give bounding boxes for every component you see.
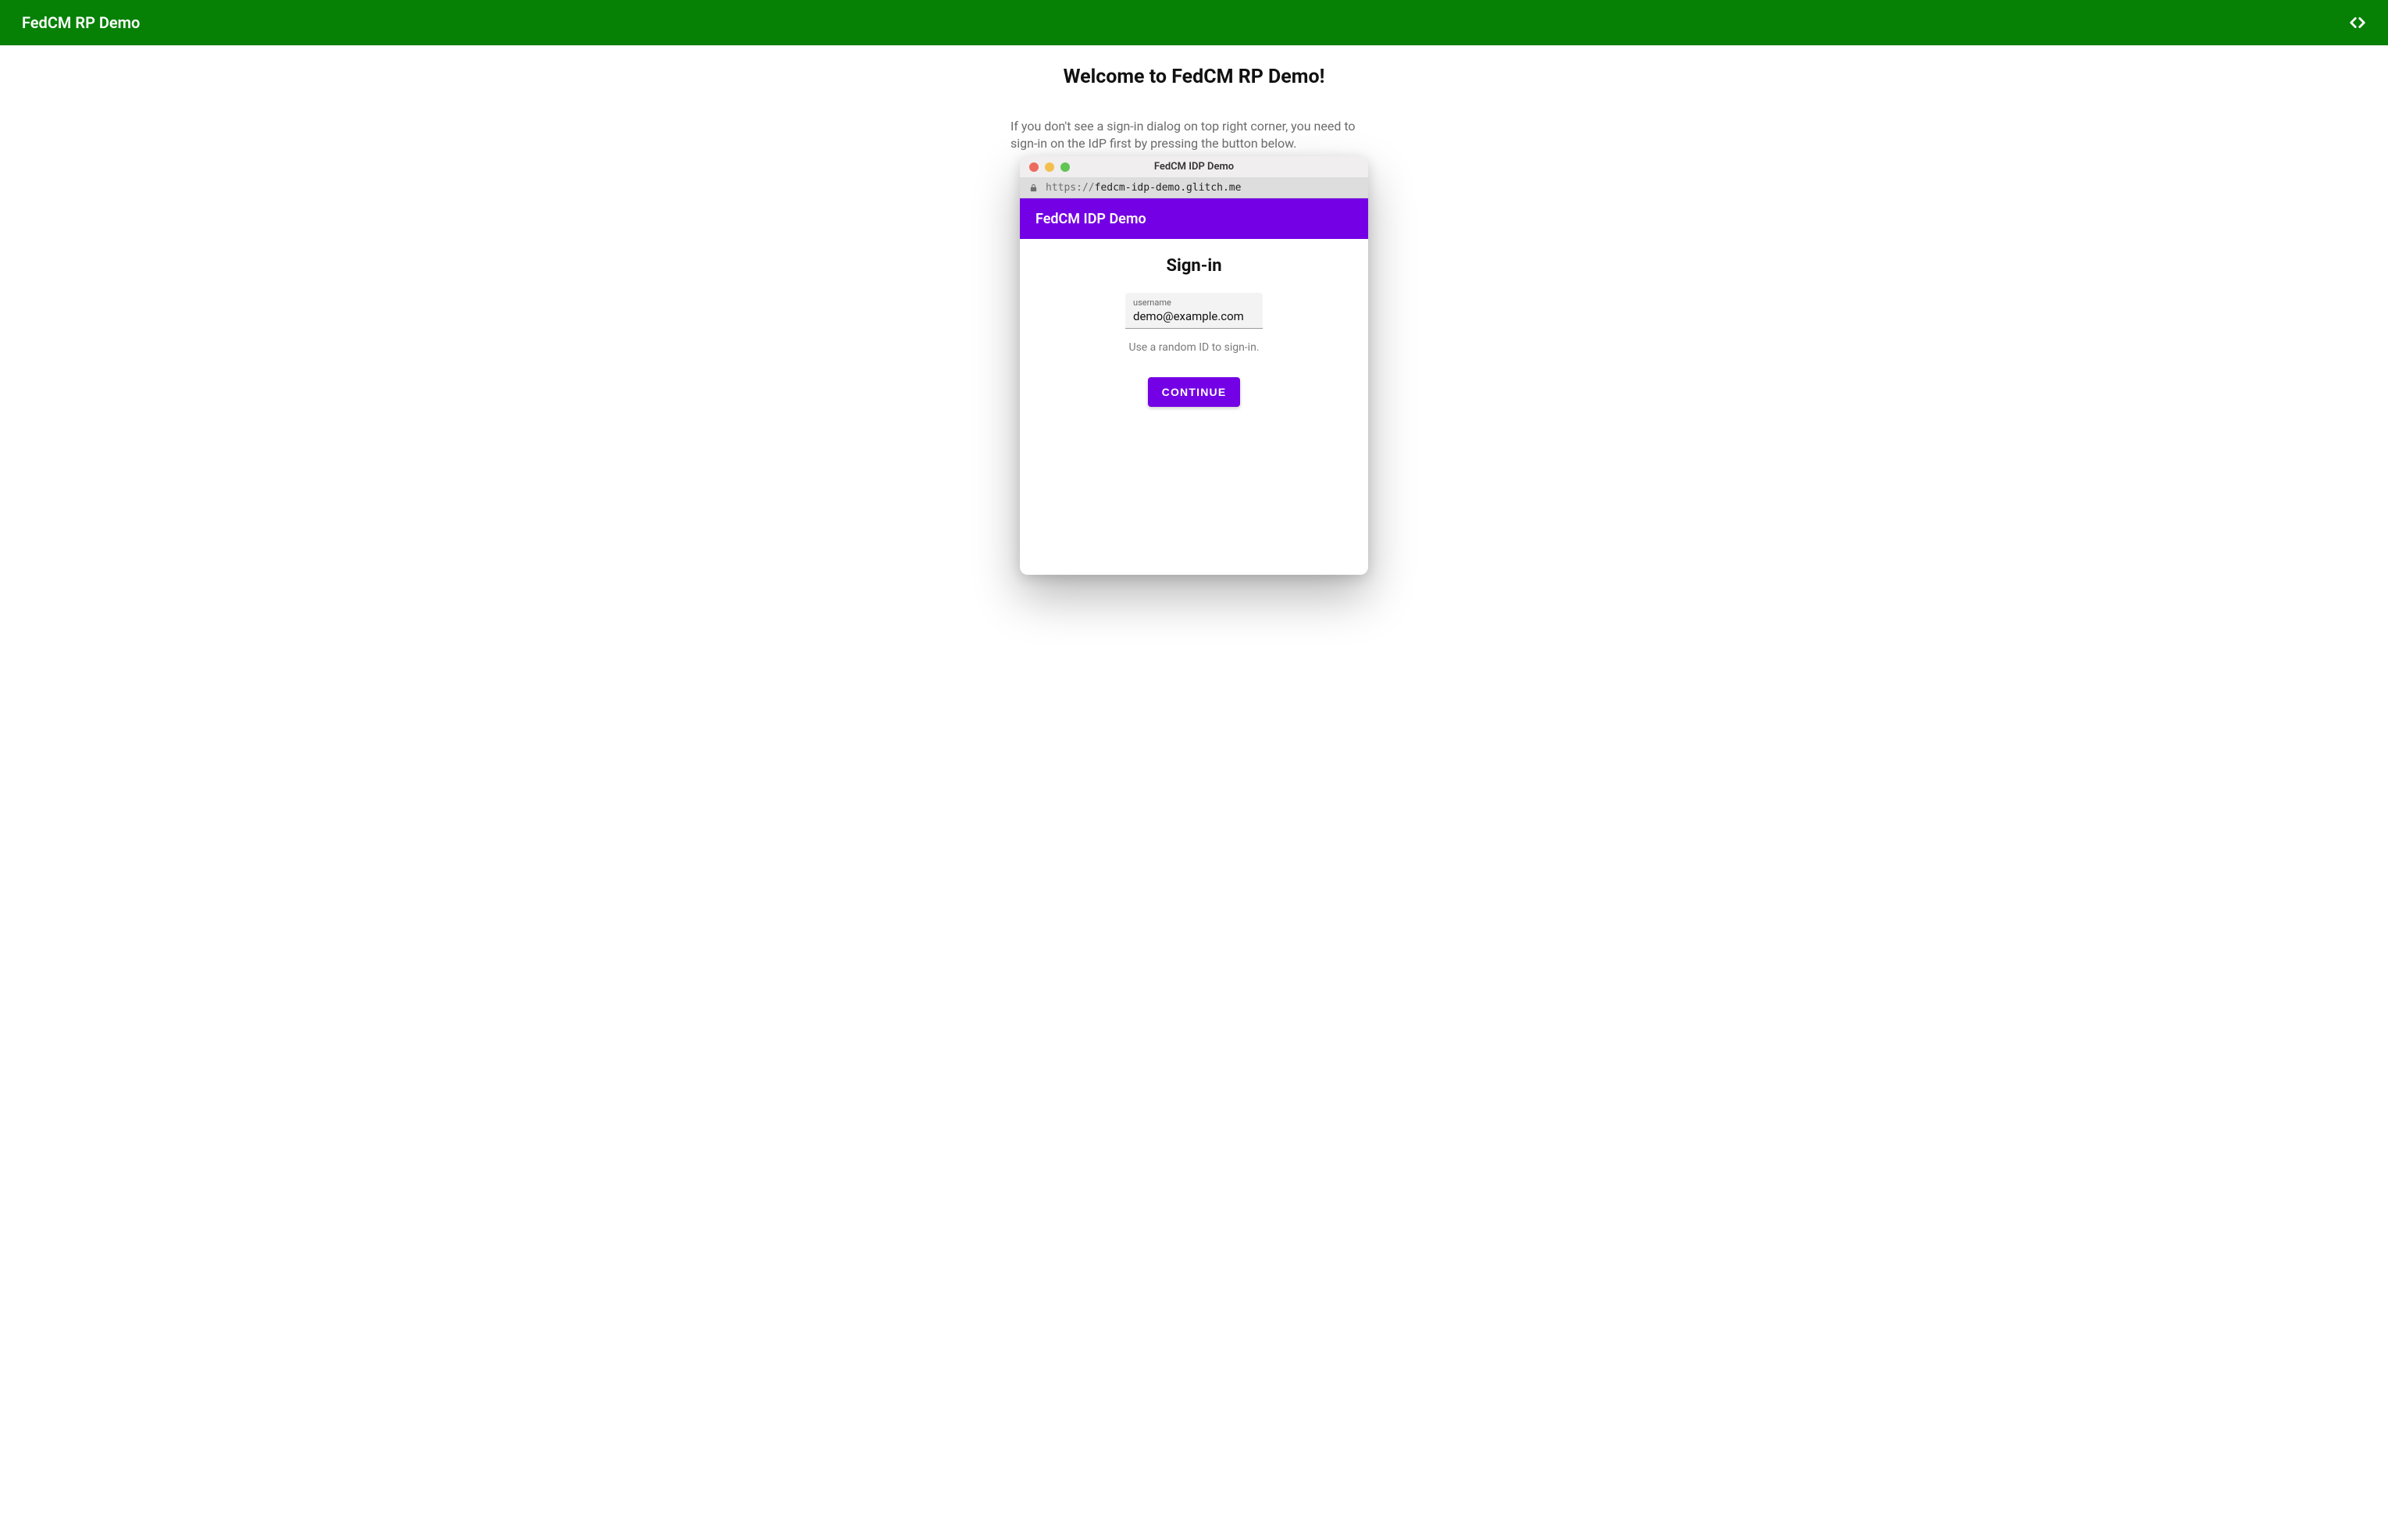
code-icon[interactable] [2349,14,2366,31]
idp-app-header: FedCM IDP Demo [1020,198,1368,239]
username-input[interactable] [1133,309,1255,323]
url-prefix: https:// [1046,182,1095,194]
welcome-heading: Welcome to FedCM RP Demo! [850,66,1538,88]
window-controls [1020,162,1070,172]
popup-titlebar: FedCM IDP Demo [1020,156,1368,178]
signin-hint: Use a random ID to sign-in. [1035,341,1353,354]
idp-app-title: FedCM IDP Demo [1035,211,1146,227]
signin-heading: Sign-in [1035,256,1353,276]
url-host: fedcm-idp-demo.glitch.me [1095,182,1242,194]
idp-popup-window: FedCM IDP Demo https://fedcm-idp-demo.gl… [1020,156,1368,575]
popup-url-bar: https://fedcm-idp-demo.glitch.me [1020,178,1368,198]
close-window-button[interactable] [1029,162,1039,172]
continue-button[interactable]: CONTINUE [1148,377,1241,407]
maximize-window-button[interactable] [1060,162,1070,172]
popup-url: https://fedcm-idp-demo.glitch.me [1046,182,1241,194]
page-content: Welcome to FedCM RP Demo! If you don't s… [835,45,1553,575]
username-field-wrapper[interactable]: username [1125,293,1263,329]
minimize-window-button[interactable] [1045,162,1054,172]
lock-icon [1029,184,1038,192]
outer-app-header: FedCM RP Demo [0,0,2388,45]
popup-window-title: FedCM IDP Demo [1020,161,1368,173]
intro-text: If you don't see a sign-in dialog on top… [1010,118,1378,152]
username-label: username [1133,298,1255,308]
outer-app-title: FedCM RP Demo [22,13,140,32]
idp-body: Sign-in username Use a random ID to sign… [1020,239,1368,575]
